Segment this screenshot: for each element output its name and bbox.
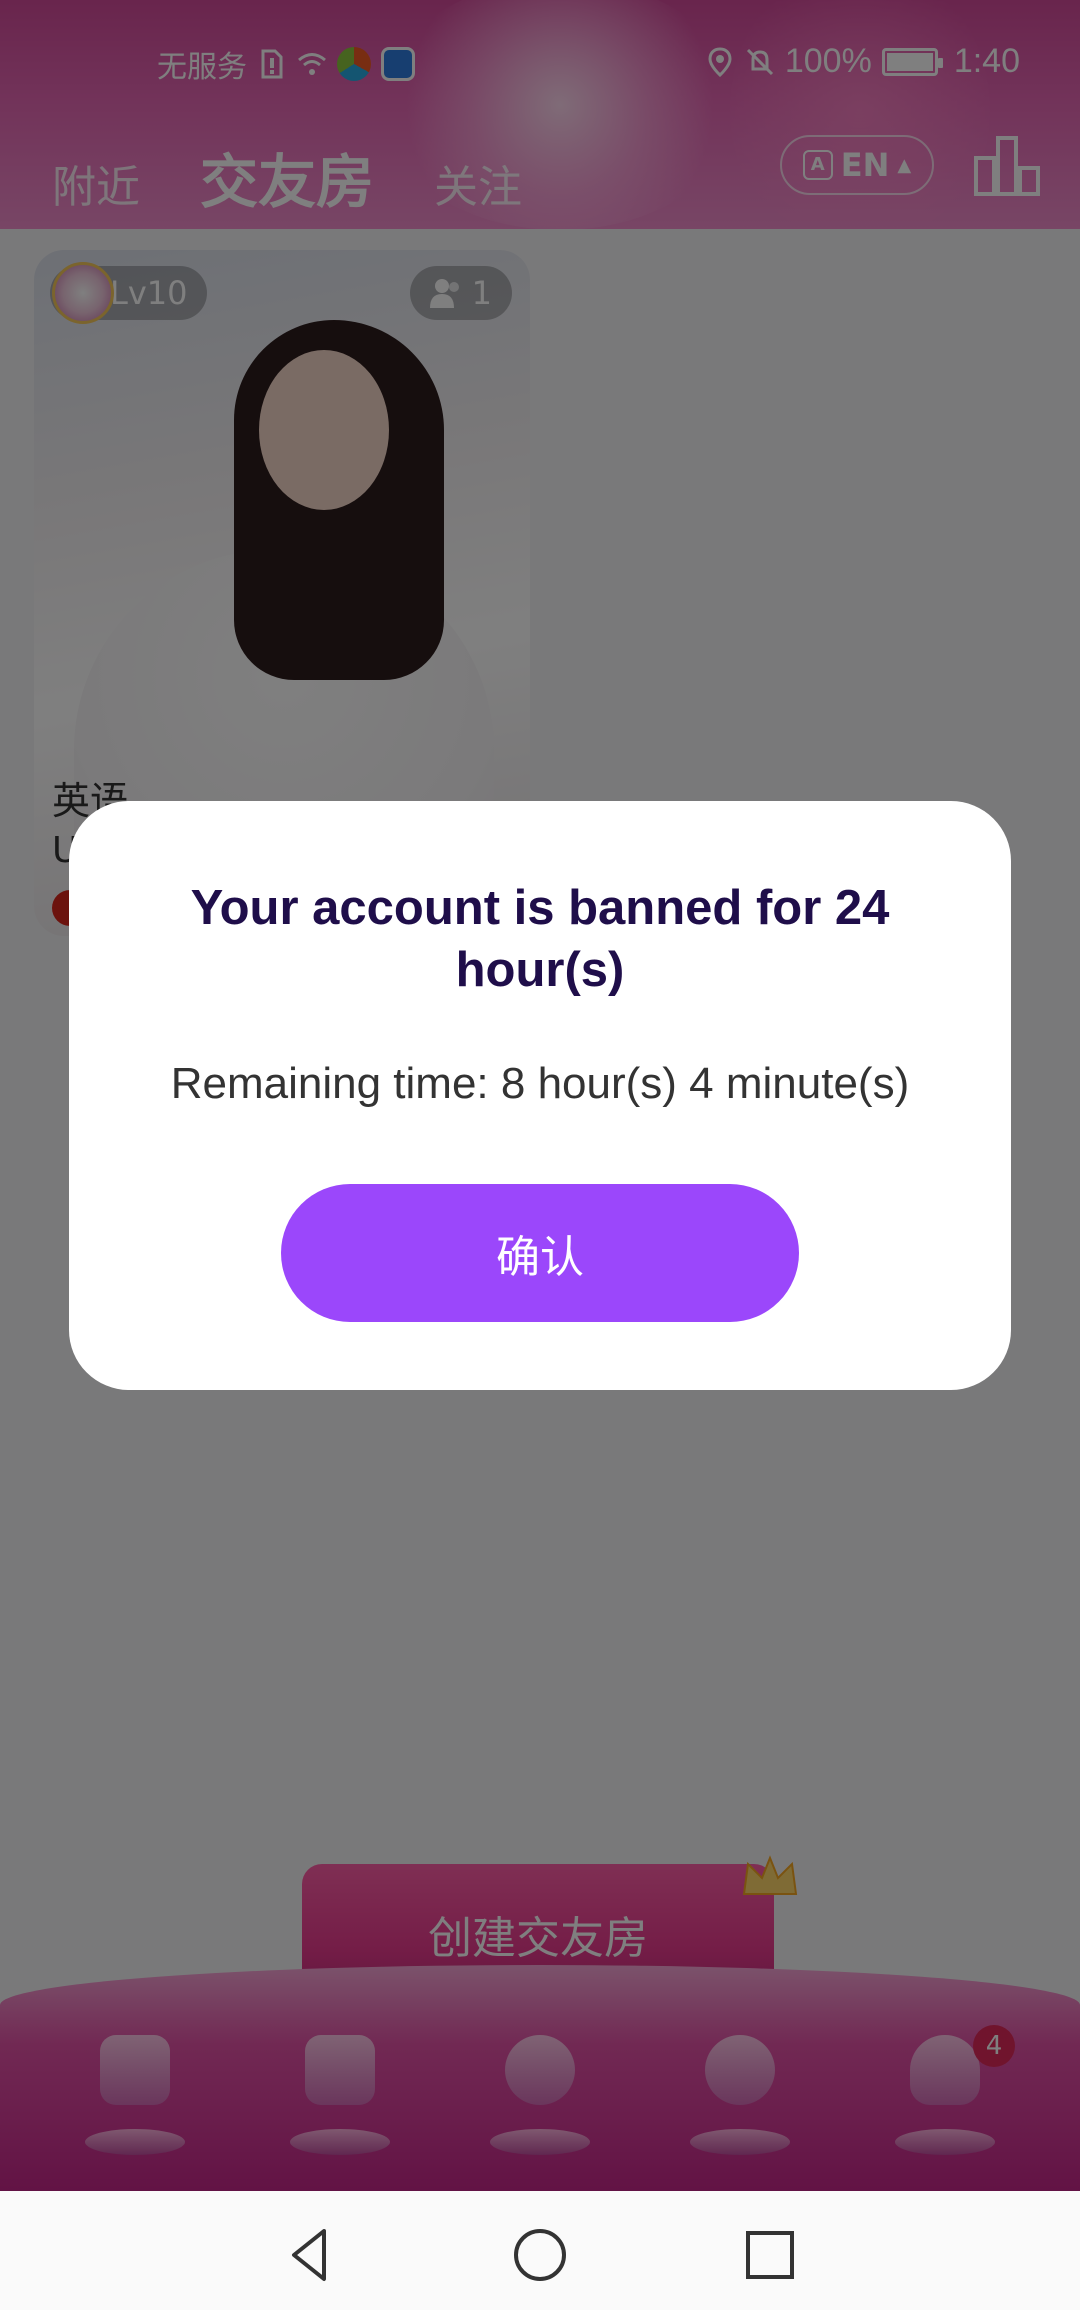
recents-icon[interactable] bbox=[740, 2225, 800, 2285]
back-icon[interactable] bbox=[280, 2225, 340, 2285]
home-icon[interactable] bbox=[510, 2225, 570, 2285]
dialog-title: Your account is banned for 24 hour(s) bbox=[190, 881, 890, 997]
system-navigation-bar bbox=[0, 2191, 1080, 2310]
remaining-time-text: Remaining time: 8 hour(s) 4 minute(s) bbox=[170, 1059, 910, 1108]
ban-dialog: Your account is banned for 24 hour(s) Re… bbox=[69, 801, 1011, 1390]
confirm-button[interactable]: 确认 bbox=[281, 1184, 799, 1322]
